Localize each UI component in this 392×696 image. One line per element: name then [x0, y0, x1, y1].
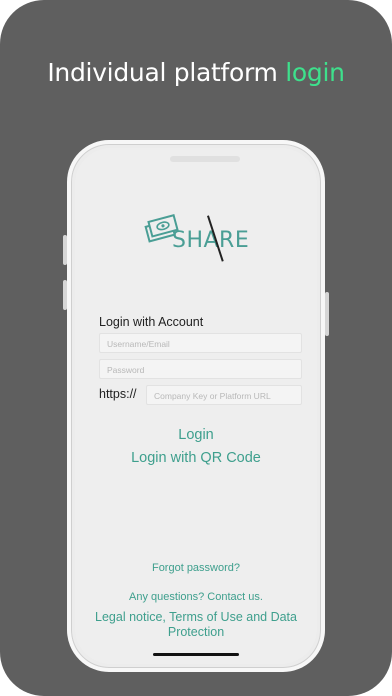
url-prefix-label: https:// [99, 387, 137, 401]
username-email-input[interactable]: Username/Email [99, 333, 302, 353]
login-with-account-title: Login with Account [99, 315, 204, 329]
password-placeholder: Password [107, 365, 145, 375]
brand-logo-text: SHARE [172, 228, 250, 253]
contact-us-link[interactable]: Any questions? Contact us. [75, 591, 317, 603]
promo-card: Individual platform login SHARE Login wi… [0, 0, 392, 696]
username-placeholder: Username/Email [107, 339, 170, 349]
login-button[interactable]: Login [75, 427, 317, 443]
headline-accent: login [285, 58, 345, 87]
password-input[interactable]: Password [99, 359, 302, 379]
login-qr-code-button[interactable]: Login with QR Code [75, 450, 317, 466]
promo-headline: Individual platform login [0, 58, 392, 87]
phone-notch [170, 156, 240, 162]
home-indicator [153, 653, 239, 656]
phone-power-button [325, 292, 329, 336]
phone-frame: SHARE Login with Account Username/Email … [67, 140, 325, 672]
forgot-password-link[interactable]: Forgot password? [75, 562, 317, 574]
url-placeholder: Company Key or Platform URL [154, 391, 271, 401]
headline-prefix: Individual platform [47, 58, 286, 87]
platform-url-input[interactable]: Company Key or Platform URL [146, 385, 302, 405]
phone-screen: SHARE Login with Account Username/Email … [75, 148, 317, 664]
legal-notice-link[interactable]: Legal notice, Terms of Use and Data Prot… [95, 610, 297, 640]
